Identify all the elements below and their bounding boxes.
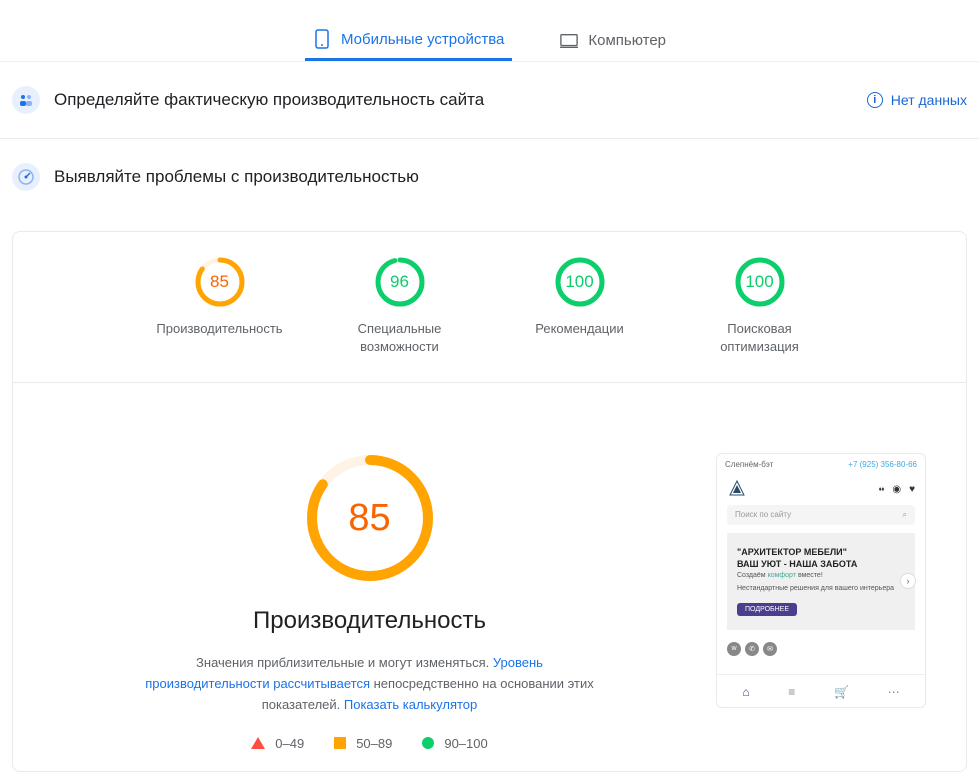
lab-data-section: Выявляйте проблемы с производительностью <box>0 139 979 215</box>
lab-data-title: Выявляйте проблемы с производительностью <box>54 167 967 187</box>
performance-big-gauge: 85 <box>305 453 435 583</box>
menu-icon: ≡ <box>788 685 795 699</box>
gauge-3[interactable]: 100 Поисковая оптимизация <box>695 256 825 356</box>
tab-desktop-label: Компьютер <box>588 32 666 49</box>
search-icon: ⌕ <box>903 510 907 520</box>
cart-icon: 🛒 <box>834 685 849 699</box>
gauge-label: Рекомендации <box>535 320 624 338</box>
site-preview: Слепнём-бэт +7 (925) 356-80-66 ⬪⬪ ◉ ♥ По… <box>716 453 926 707</box>
whatsapp-icon: ✉ <box>763 642 777 656</box>
gauge-0[interactable]: 85 Производительность <box>155 256 285 356</box>
carousel-next-icon: › <box>900 573 916 589</box>
gauge-1[interactable]: 96 Специальные возможности <box>335 256 465 356</box>
hero-tagline: Создаём комфорт вместе! <box>737 571 905 580</box>
hero-cta-button: ПОДРОБНЕЕ <box>737 603 797 616</box>
gauge-2[interactable]: 100 Рекомендации <box>515 256 645 356</box>
info-icon: i <box>867 92 883 108</box>
gauge-ring: 100 <box>554 256 606 308</box>
gauge-label: Производительность <box>156 320 282 338</box>
performance-description: Значения приблизительные и могут изменят… <box>140 653 600 715</box>
tab-desktop[interactable]: Компьютер <box>552 20 674 61</box>
gauge-score: 96 <box>390 272 409 292</box>
preview-search-placeholder: Поиск по сайту <box>735 510 791 520</box>
legend-good: 90–100 <box>422 736 487 751</box>
tab-mobile-label: Мобильные устройства <box>341 31 504 48</box>
user-icon: ◉ <box>892 484 901 495</box>
legend-poor-label: 0–49 <box>275 736 304 751</box>
desc-text-1: Значения приблизительные и могут изменят… <box>196 655 493 670</box>
users-icon <box>12 86 40 114</box>
preview-social: w ✆ ✉ <box>717 638 925 660</box>
circle-icon <box>422 737 434 749</box>
gauge-label: Поисковая оптимизация <box>695 320 825 356</box>
legend-ok-label: 50–89 <box>356 736 392 751</box>
preview-phone: +7 (925) 356-80-66 <box>848 460 917 469</box>
gauge-score: 85 <box>210 272 229 292</box>
preview-bottom-nav: ⌂ ≡ 🛒 ⋯ <box>717 674 925 707</box>
performance-score: 85 <box>348 497 390 540</box>
preview-topbar: Слепнём-бэт +7 (925) 356-80-66 <box>717 454 925 475</box>
show-calculator-link[interactable]: Показать калькулятор <box>344 697 477 712</box>
hero-title-1: "АРХИТЕКТОР МЕБЕЛИ" <box>737 547 905 557</box>
hero-subtitle: Нестандартные решения для вашего интерье… <box>737 584 905 593</box>
legend-poor: 0–49 <box>251 736 304 751</box>
legend-good-label: 90–100 <box>444 736 487 751</box>
legend-ok: 50–89 <box>334 736 392 751</box>
performance-left: 85 Производительность Значения приблизит… <box>53 453 686 750</box>
gauge-icon <box>12 163 40 191</box>
gauges-row: 85 Производительность 96 Специальные возмож… <box>33 256 946 382</box>
heart-icon: ♥ <box>909 484 915 495</box>
performance-section: 85 Производительность Значения приблизит… <box>33 383 946 770</box>
home-icon: ⌂ <box>742 685 749 699</box>
gauge-ring: 96 <box>374 256 426 308</box>
gauge-score: 100 <box>745 272 773 292</box>
preview-location: Слепнём-бэт <box>725 460 773 469</box>
gauge-label: Специальные возможности <box>335 320 465 356</box>
preview-logo-mark <box>727 479 747 499</box>
mobile-icon <box>313 30 331 48</box>
telegram-icon: ✆ <box>745 642 759 656</box>
field-data-section: Определяйте фактическую производительнос… <box>0 62 979 138</box>
preview-hero: "АРХИТЕКТОР МЕБЕЛИ" ВАШ УЮТ - НАША ЗАБОТ… <box>727 533 915 629</box>
preview-search: Поиск по сайту ⌕ <box>727 505 915 525</box>
performance-title: Производительность <box>253 607 486 635</box>
preview-header-icons: ⬪⬪ ◉ ♥ <box>879 484 915 495</box>
bars-icon: ⬪⬪ <box>879 484 885 495</box>
tab-mobile[interactable]: Мобильные устройства <box>305 20 512 61</box>
metrics-card: 85 Производительность 96 Специальные возмож… <box>12 231 967 772</box>
gauge-score: 100 <box>565 272 593 292</box>
gauge-ring: 85 <box>194 256 246 308</box>
no-data-indicator[interactable]: i Нет данных <box>867 92 967 108</box>
gauge-ring: 100 <box>734 256 786 308</box>
hero-title-2: ВАШ УЮТ - НАША ЗАБОТА <box>737 559 905 569</box>
preview-header: ⬪⬪ ◉ ♥ <box>717 475 925 501</box>
score-legend: 0–49 50–89 90–100 <box>251 736 487 751</box>
no-data-label: Нет данных <box>891 92 967 108</box>
square-icon <box>334 737 346 749</box>
device-tabs: Мобильные устройства Компьютер <box>0 0 979 62</box>
chat-icon: ⋯ <box>888 685 900 699</box>
triangle-icon <box>251 737 265 749</box>
desktop-icon <box>560 32 578 50</box>
vk-icon: w <box>727 642 741 656</box>
field-data-title: Определяйте фактическую производительнос… <box>54 90 853 110</box>
